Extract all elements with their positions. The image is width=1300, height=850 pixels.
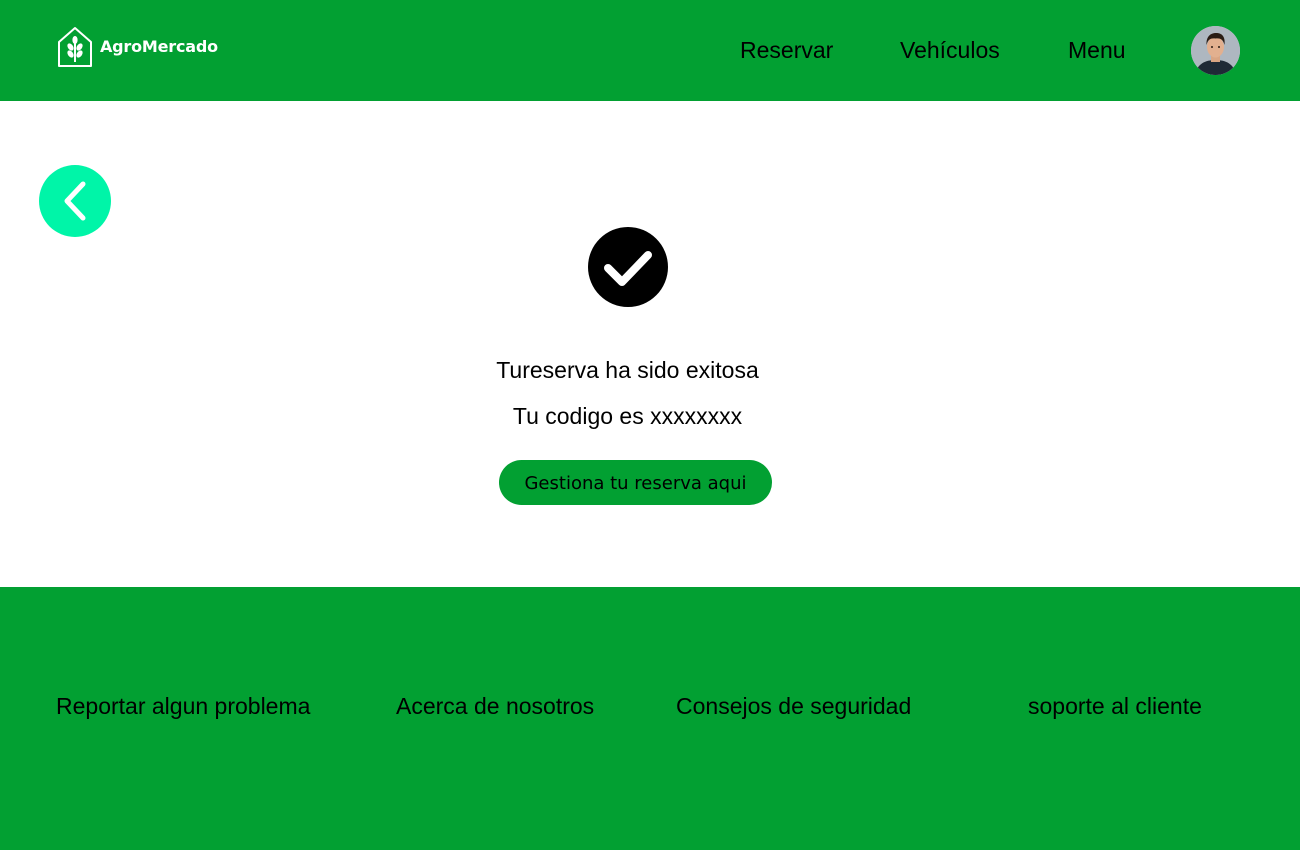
user-avatar-icon xyxy=(1191,26,1240,75)
nav-vehiculos[interactable]: Vehículos xyxy=(900,36,1000,64)
brand-name: AgroMercado xyxy=(100,37,218,56)
chevron-left-icon xyxy=(64,181,86,221)
footer-link-safety-tips[interactable]: Consejos de seguridad xyxy=(676,692,911,720)
top-header: AgroMercado Reservar Vehículos Menu xyxy=(0,0,1300,101)
nav-menu[interactable]: Menu xyxy=(1068,36,1126,64)
brand-logo[interactable]: AgroMercado xyxy=(56,26,218,67)
check-circle-icon xyxy=(588,227,668,307)
manage-reservation-button[interactable]: Gestiona tu reserva aqui xyxy=(499,460,772,505)
back-button[interactable] xyxy=(39,165,111,237)
success-message: Tureserva ha sido exitosa xyxy=(496,357,759,383)
avatar[interactable] xyxy=(1191,26,1240,75)
nav-reservar[interactable]: Reservar xyxy=(740,36,833,64)
footer-link-about-us[interactable]: Acerca de nosotros xyxy=(396,692,594,720)
reservation-code: Tu codigo es xxxxxxxx xyxy=(512,403,743,429)
footer-link-report-problem[interactable]: Reportar algun problema xyxy=(56,692,310,720)
house-wheat-icon xyxy=(56,26,94,67)
footer-link-customer-support[interactable]: soporte al cliente xyxy=(1028,692,1202,720)
footer: Reportar algun problema Acerca de nosotr… xyxy=(0,587,1300,850)
